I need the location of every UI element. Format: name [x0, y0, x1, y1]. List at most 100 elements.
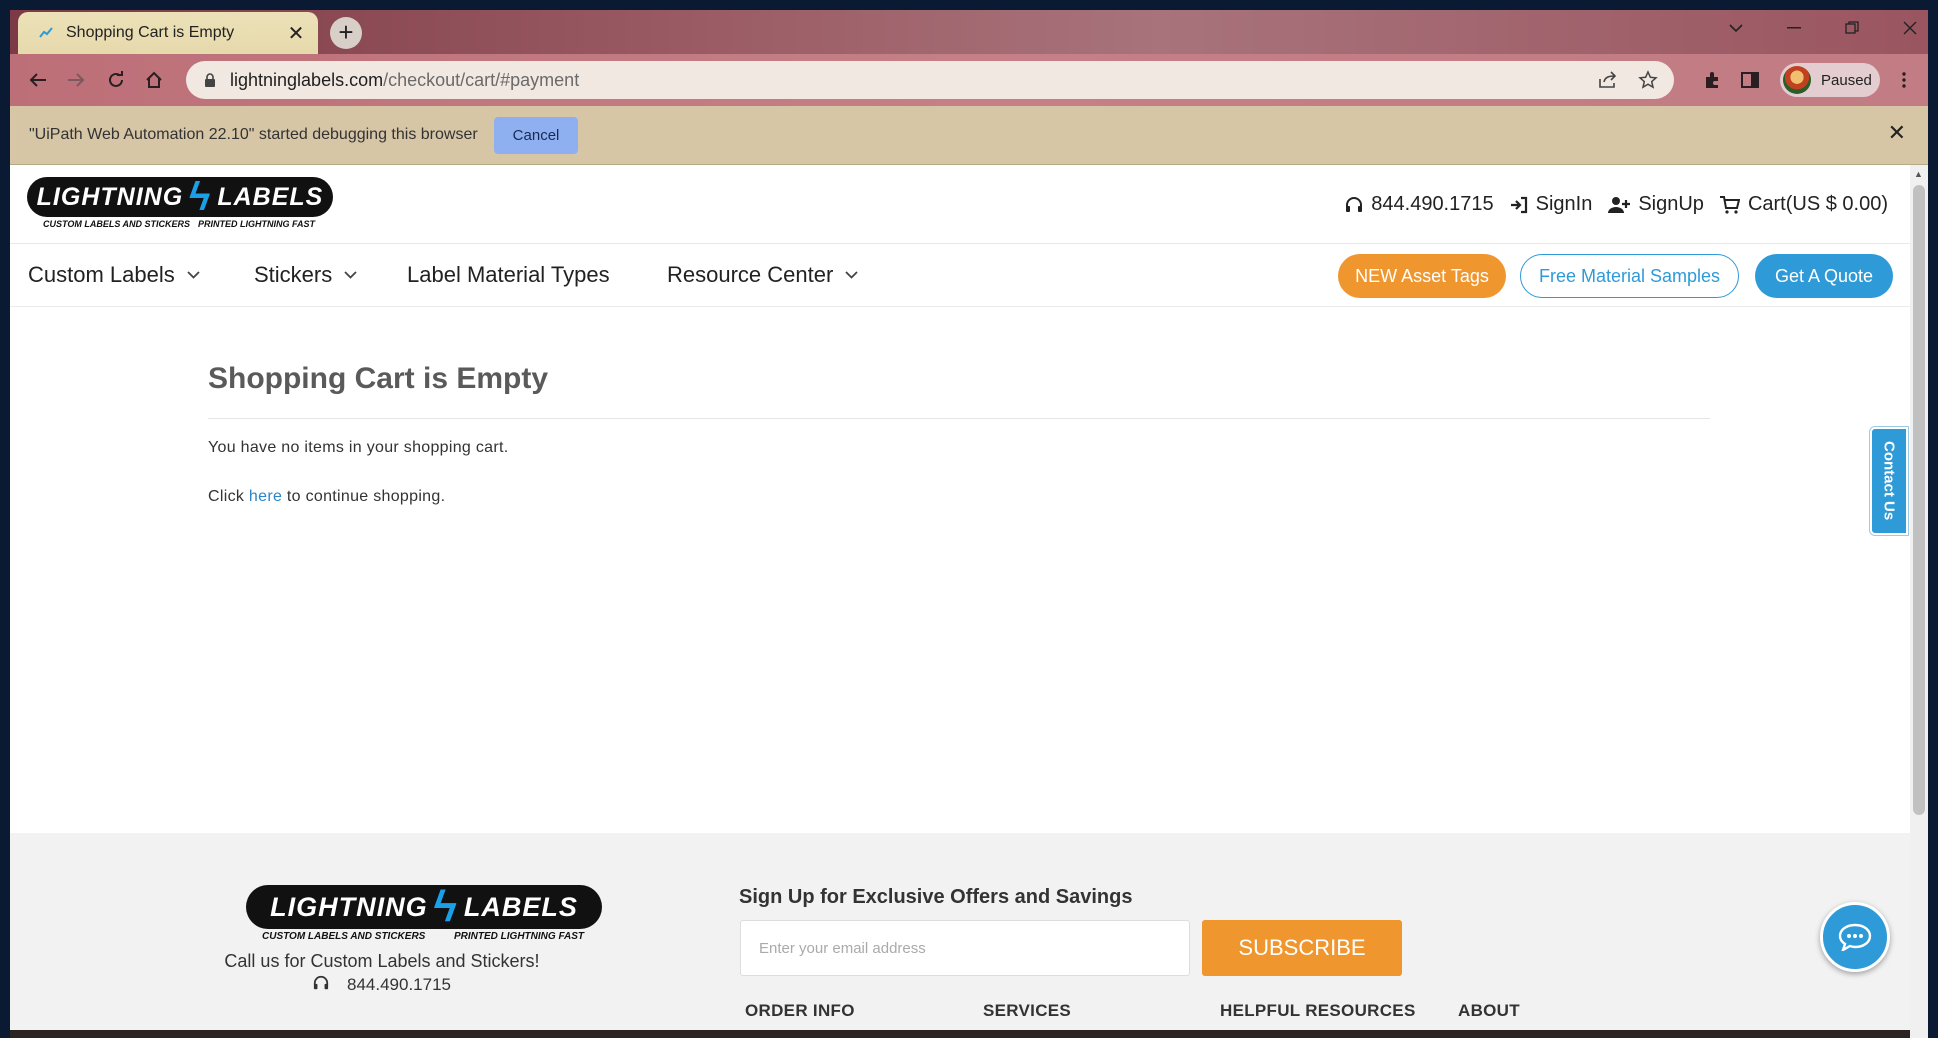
continue-shopping-text: Click here to continue shopping. — [208, 488, 445, 506]
address-bar[interactable]: lightninglabels.com/checkout/cart/#payme… — [186, 61, 1674, 99]
footer-bottom-bar — [10, 1030, 1910, 1038]
empty-cart-message: You have no items in your shopping cart. — [208, 439, 509, 456]
nav-item-label: Custom Labels — [28, 262, 175, 287]
back-icon[interactable] — [22, 64, 54, 96]
lock-icon — [205, 72, 215, 87]
menu-kebab-icon[interactable] — [1888, 64, 1920, 96]
site-logo[interactable]: LIGHTNING ϟ LABELS CUSTOM LABELS AND STI… — [27, 177, 333, 229]
footer-call-text: Call us for Custom Labels and Stickers! — [224, 951, 540, 971]
minimize-icon[interactable] — [1766, 10, 1822, 46]
tab-close-icon[interactable]: ✕ — [286, 21, 306, 46]
browser-tab[interactable]: Shopping Cart is Empty ✕ — [18, 12, 318, 54]
nav-item-custom-labels[interactable]: Custom Labels — [28, 262, 200, 288]
asset-tags-button[interactable]: NEW Asset Tags — [1338, 254, 1506, 298]
chevron-down-icon — [845, 271, 858, 279]
share-icon[interactable] — [1598, 71, 1618, 89]
url-path: /checkout/cart/#payment — [383, 69, 580, 90]
forward-icon[interactable] — [60, 64, 92, 96]
subscribe-button[interactable]: SUBSCRIBE — [1202, 920, 1402, 976]
tab-title: Shopping Cart is Empty — [66, 24, 235, 41]
main-navigation: Custom Labels Stickers Label Material Ty… — [10, 243, 1910, 307]
footer-col-order-info[interactable]: ORDER INFO — [745, 1001, 855, 1021]
continue-shopping-link[interactable]: here — [249, 488, 282, 505]
debugging-infobar: "UiPath Web Automation 22.10" started de… — [10, 106, 1928, 165]
continue-suffix: to continue shopping. — [282, 488, 446, 505]
profile-status: Paused — [1821, 71, 1872, 89]
lightning-bolt-icon: ϟ — [189, 175, 212, 219]
site-favicon-icon — [39, 27, 53, 38]
restore-icon[interactable] — [1824, 10, 1880, 46]
headset-icon — [313, 975, 329, 990]
tab-search-icon[interactable] — [1708, 10, 1764, 46]
page-scrollbar[interactable]: ▲ — [1910, 165, 1928, 1038]
logo-tag-left: CUSTOM LABELS AND STICKERS — [262, 931, 426, 942]
chevron-down-icon — [187, 271, 200, 279]
profile-button[interactable]: Paused — [1780, 63, 1880, 97]
newsletter-title: Sign Up for Exclusive Offers and Savings — [739, 886, 1133, 908]
lightning-bolt-icon: ϟ — [433, 882, 458, 931]
logo-pill: LIGHTNING ϟ LABELS — [27, 177, 333, 217]
reload-icon[interactable] — [100, 64, 132, 96]
bookmark-star-icon[interactable] — [1638, 70, 1658, 90]
logo-tag-left: CUSTOM LABELS AND STICKERS — [43, 219, 191, 229]
footer-col-services[interactable]: SERVICES — [983, 1001, 1071, 1021]
title-divider — [208, 418, 1710, 419]
header-links: 844.490.1715 SignIn SignUp Cart(US $ 0.0… — [1345, 193, 1888, 216]
sign-in-icon — [1510, 196, 1527, 213]
nav-item-label-material-types[interactable]: Label Material Types — [407, 262, 610, 288]
header-phone-text: 844.490.1715 — [1371, 193, 1494, 215]
tab-strip: Shopping Cart is Empty ✕ + — [10, 10, 1928, 54]
browser-window: Shopping Cart is Empty ✕ + lightninglabe… — [10, 10, 1928, 1038]
logo-tag-right: PRINTED LIGHTNING FAST — [198, 219, 315, 229]
email-field[interactable] — [740, 920, 1190, 976]
window-close-icon[interactable] — [1882, 10, 1928, 46]
footer-col-about[interactable]: ABOUT — [1458, 1001, 1520, 1021]
logo-pill: LIGHTNING ϟ LABELS — [246, 885, 602, 929]
browser-toolbar: lightninglabels.com/checkout/cart/#payme… — [10, 54, 1928, 106]
footer-logo[interactable]: LIGHTNING ϟ LABELS CUSTOM LABELS AND STI… — [246, 885, 602, 942]
nav-item-label: Label Material Types — [407, 262, 610, 287]
cancel-button[interactable]: Cancel — [493, 116, 579, 154]
infobar-close-icon[interactable]: ✕ — [1888, 120, 1906, 146]
logo-tagline: CUSTOM LABELS AND STICKERS PRINTED LIGHT… — [27, 217, 333, 229]
footer-col-helpful-resources[interactable]: HELPFUL RESOURCES — [1220, 1001, 1416, 1021]
chevron-down-icon — [344, 271, 357, 279]
scrollbar-thumb[interactable] — [1913, 185, 1925, 815]
side-panel-icon[interactable] — [1734, 64, 1766, 96]
avatar — [1783, 66, 1811, 94]
site-footer: LIGHTNING ϟ LABELS CUSTOM LABELS AND STI… — [10, 833, 1910, 1038]
chat-icon — [1838, 923, 1872, 951]
shopping-cart-icon — [1719, 195, 1740, 214]
nav-item-resource-center[interactable]: Resource Center — [667, 262, 858, 288]
nav-item-label: Resource Center — [667, 262, 834, 287]
web-page: LIGHTNING ϟ LABELS CUSTOM LABELS AND STI… — [10, 165, 1910, 1038]
scroll-up-arrow-icon[interactable]: ▲ — [1914, 169, 1923, 179]
signup-label: SignUp — [1638, 193, 1704, 215]
cart-label: Cart(US $ 0.00) — [1747, 193, 1888, 215]
header-phone[interactable]: 844.490.1715 — [1345, 193, 1494, 216]
cart-link[interactable]: Cart(US $ 0.00) — [1719, 193, 1888, 216]
url-host: lightninglabels.com — [230, 69, 384, 90]
continue-prefix: Click — [208, 488, 249, 505]
infobar-message: "UiPath Web Automation 22.10" started de… — [29, 126, 478, 143]
extensions-icon[interactable] — [1696, 64, 1728, 96]
logo-word-2: LABELS — [217, 182, 324, 211]
signin-label: SignIn — [1535, 193, 1593, 215]
chat-widget-button[interactable] — [1820, 902, 1890, 972]
logo-tagline: CUSTOM LABELS AND STICKERS PRINTED LIGHT… — [246, 929, 602, 942]
new-tab-button[interactable]: + — [330, 17, 362, 49]
nav-item-stickers[interactable]: Stickers — [254, 262, 357, 288]
home-icon[interactable] — [138, 64, 170, 96]
free-samples-button[interactable]: Free Material Samples — [1520, 254, 1739, 298]
contact-us-tab[interactable]: Contact Us — [1870, 427, 1908, 535]
signin-link[interactable]: SignIn — [1510, 193, 1593, 216]
logo-word-2: LABELS — [463, 891, 578, 922]
footer-phone-text: 844.490.1715 — [347, 975, 451, 994]
logo-word-1: LIGHTNING — [270, 891, 428, 922]
footer-phone[interactable]: 844.490.1715 — [208, 975, 556, 995]
get-quote-button[interactable]: Get A Quote — [1755, 254, 1893, 298]
page-title: Shopping Cart is Empty — [208, 362, 549, 395]
signup-link[interactable]: SignUp — [1608, 193, 1704, 216]
headset-icon — [1346, 196, 1363, 212]
logo-word-1: LIGHTNING — [36, 182, 184, 211]
